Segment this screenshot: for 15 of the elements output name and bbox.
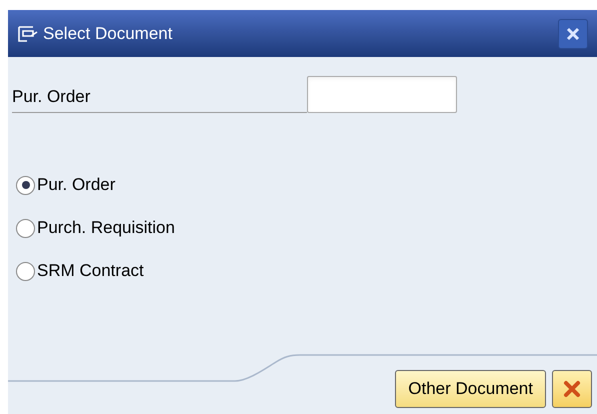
- window-icon: [17, 24, 39, 42]
- input-field[interactable]: [307, 76, 457, 113]
- radio-label: Purch. Requisition: [37, 217, 175, 239]
- close-icon: [566, 26, 580, 40]
- radio-button[interactable]: [16, 262, 35, 280]
- cancel-icon: [563, 380, 581, 398]
- radio-button[interactable]: [16, 218, 35, 238]
- radio-button[interactable]: [16, 176, 35, 194]
- cancel-button[interactable]: [552, 370, 592, 408]
- radio-label: SRM Contract: [37, 260, 144, 282]
- window-title: Select Document: [43, 22, 172, 45]
- radio-label: Pur. Order: [37, 174, 116, 196]
- field-label: Pur. Order: [12, 84, 307, 113]
- other-document-button[interactable]: Other Document: [395, 370, 546, 408]
- close-button[interactable]: [558, 18, 588, 48]
